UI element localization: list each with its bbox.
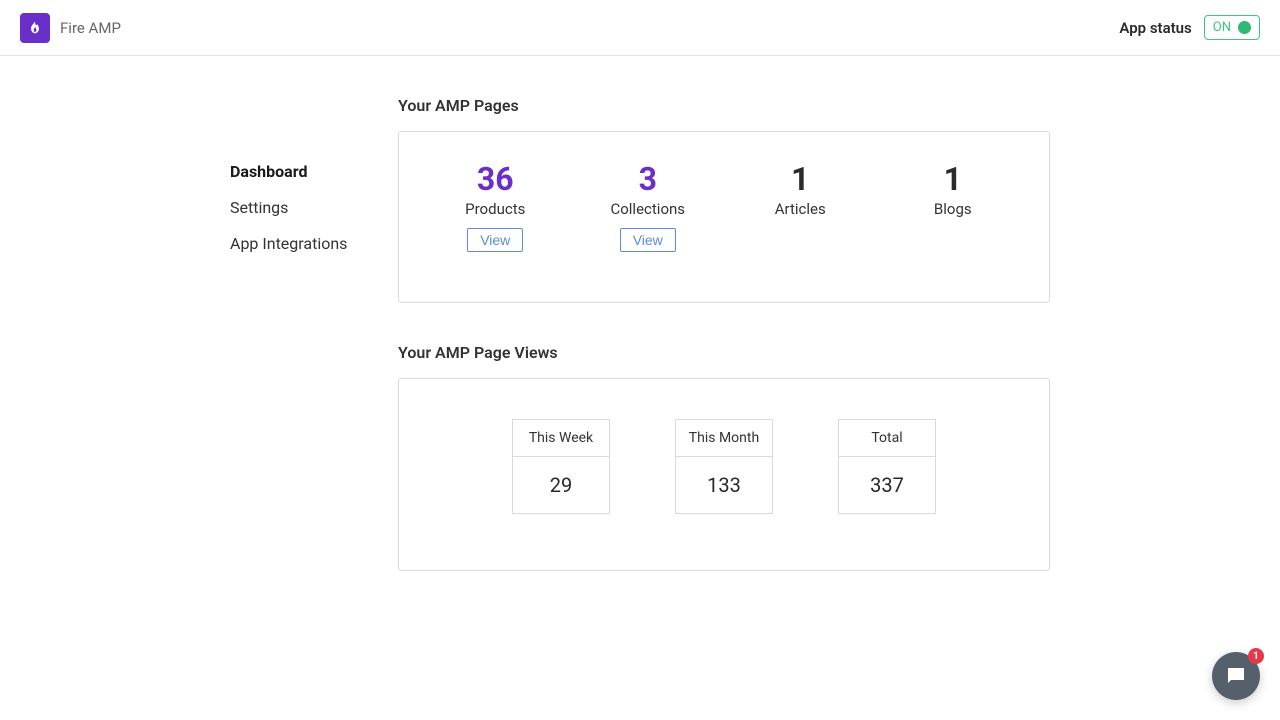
view-collections-button[interactable]: View [620,228,676,252]
status-indicator-dot [1238,21,1251,34]
fire-icon [27,18,43,38]
status-text: ON [1213,20,1231,35]
sidebar-item-dashboard[interactable]: Dashboard [230,154,398,190]
app-logo [20,13,50,43]
stat-blogs: 1 Blogs [877,162,1030,218]
header-left: Fire AMP [20,13,121,43]
app-status-toggle[interactable]: ON [1204,15,1260,40]
sidebar-nav: Dashboard Settings App Integrations [0,96,398,611]
stat-value: 3 [572,162,725,197]
amp-views-row: This Week 29 This Month 133 Total 337 [419,409,1029,520]
view-box-value: 133 [676,457,772,513]
stat-value: 1 [724,162,877,197]
main-content: Dashboard Settings App Integrations Your… [0,56,1280,611]
amp-views-title: Your AMP Page Views [398,343,1050,362]
view-box-label: Total [839,420,935,457]
app-title: Fire AMP [60,19,121,37]
chat-widget-button[interactable]: 1 [1212,652,1260,700]
stat-products: 36 Products View [419,162,572,252]
stat-value: 36 [419,162,572,197]
stat-label: Products [419,200,572,218]
view-box-value: 337 [839,457,935,513]
sidebar-item-settings[interactable]: Settings [230,190,398,226]
stat-label: Articles [724,200,877,218]
view-box-total: Total 337 [838,419,936,514]
amp-pages-panel: 36 Products View 3 Collections View 1 Ar… [398,131,1050,303]
chat-notification-badge: 1 [1248,648,1264,664]
amp-pages-title: Your AMP Pages [398,96,1050,115]
stat-collections: 3 Collections View [572,162,725,252]
amp-views-panel: This Week 29 This Month 133 Total 337 [398,378,1050,571]
stat-label: Blogs [877,200,1030,218]
content-area: Your AMP Pages 36 Products View 3 Collec… [398,96,1050,611]
stat-articles: 1 Articles [724,162,877,218]
view-products-button[interactable]: View [467,228,523,252]
view-box-label: This Week [513,420,609,457]
stat-value: 1 [877,162,1030,197]
view-box-value: 29 [513,457,609,513]
stat-label: Collections [572,200,725,218]
sidebar-item-app-integrations[interactable]: App Integrations [230,226,398,262]
chat-icon [1224,664,1248,688]
app-header: Fire AMP App status ON [0,0,1280,56]
view-box-this-month: This Month 133 [675,419,773,514]
view-box-this-week: This Week 29 [512,419,610,514]
header-right: App status ON [1119,15,1260,40]
amp-pages-stats-row: 36 Products View 3 Collections View 1 Ar… [419,162,1029,252]
view-box-label: This Month [676,420,772,457]
app-status-label: App status [1119,19,1191,37]
